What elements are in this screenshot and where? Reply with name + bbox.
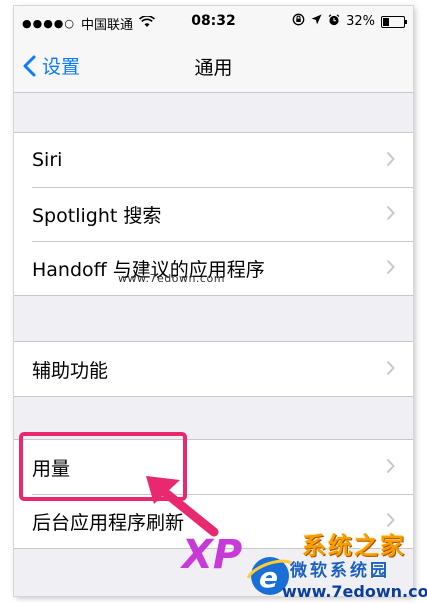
- battery-percent: 32%: [346, 14, 375, 29]
- page-title: 通用: [194, 57, 233, 79]
- watermark-url: www.7edown.com: [282, 582, 427, 601]
- status-right: 32%: [292, 13, 407, 30]
- chevron-right-icon: [386, 360, 395, 376]
- row-accessibility[interactable]: 辅助功能: [14, 342, 413, 396]
- battery-icon: [381, 15, 407, 28]
- row-handoff[interactable]: Handoff 与建议的应用程序: [14, 241, 413, 295]
- watermark-url-small: www.7edown.com: [118, 272, 225, 285]
- battery-fill: [383, 17, 390, 26]
- chevron-right-icon: [386, 259, 395, 275]
- row-spotlight-search[interactable]: Spotlight 搜索: [14, 187, 413, 241]
- chevron-right-icon: [386, 458, 395, 474]
- chevron-right-icon: [386, 205, 395, 221]
- watermark-subtitle: 微软系统园: [290, 561, 390, 581]
- chevron-right-icon: [386, 151, 395, 167]
- row-label: Spotlight 搜索: [32, 204, 162, 227]
- alarm-icon: [328, 13, 340, 30]
- location-icon: [311, 14, 322, 29]
- lock-rotation-icon: [292, 13, 305, 30]
- row-siri[interactable]: Siri: [14, 133, 413, 187]
- navigation-bar: 设置 通用: [14, 38, 413, 93]
- settings-group-2: 辅助功能: [14, 341, 413, 397]
- row-label: Siri: [32, 149, 63, 171]
- status-bar: ●●●●○ 中国联通 08:32 32%: [14, 6, 413, 38]
- watermark-xp-text: XP: [179, 532, 242, 578]
- row-label: 辅助功能: [32, 359, 109, 382]
